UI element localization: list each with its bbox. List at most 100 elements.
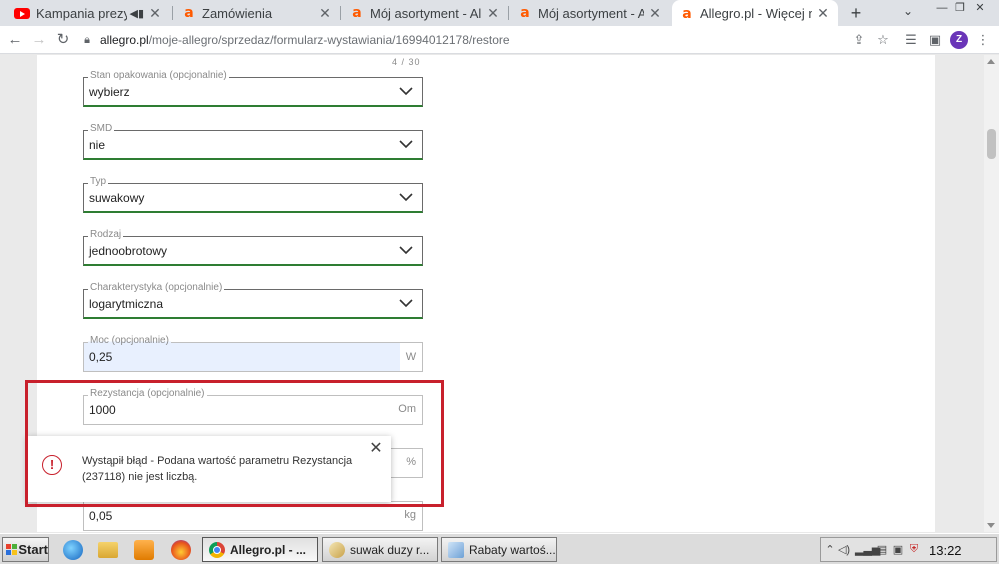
chrome-icon	[209, 541, 225, 558]
close-icon[interactable]: ✕	[486, 5, 500, 22]
field-label: Typ	[88, 176, 109, 188]
field-value: suwakowy	[89, 191, 145, 205]
youtube-icon	[14, 7, 30, 19]
tab-asortyment-2[interactable]: a Mój asortyment - Allegr ✕	[510, 0, 670, 26]
char-counter: 4 / 30	[392, 57, 421, 67]
antivirus-icon[interactable]: ⛨	[907, 543, 921, 556]
tab-kampania[interactable]: Kampania prezydenc ◀▮ ✕	[6, 0, 170, 26]
windows-taskbar: Start Allegro.pl - ... suwak duzy r... R…	[0, 533, 999, 564]
url-text[interactable]: allegro.pl/moje-allegro/sprzedaz/formula…	[100, 33, 510, 47]
typ-select[interactable]: Typ suwakowy	[83, 176, 423, 213]
chevron-down-icon	[399, 140, 413, 149]
chevron-down-icon	[399, 299, 413, 308]
stan-opakowania-select[interactable]: Stan opakowania (opcjonalnie) wybierz	[83, 70, 423, 107]
rodzaj-select[interactable]: Rodzaj jednoobrotowy	[83, 229, 423, 266]
taskbar-task-paint[interactable]: suwak duzy r...	[322, 537, 438, 562]
scroll-thumb[interactable]	[987, 129, 996, 159]
tab-strip: Kampania prezydenc ◀▮ ✕ a Zamówienia ✕ a…	[0, 0, 999, 27]
new-tab-button[interactable]: +	[845, 2, 867, 24]
menu-kebab-icon[interactable]: ⋮	[972, 29, 994, 51]
unit-label: Om	[398, 403, 416, 415]
field-label: Stan opakowania (opcjonalnie)	[88, 70, 229, 82]
network-icon[interactable]: ▂▃▅	[855, 543, 880, 556]
field-value: 1000	[89, 403, 116, 417]
allegro-icon: a	[520, 5, 530, 21]
field-value: jednoobrotowy	[89, 244, 168, 258]
system-tray: ⌃ ◁) ▂▃▅ ▤ ▣ ⛨ 13:22	[820, 537, 997, 562]
lock-icon[interactable]: 🔒︎	[80, 34, 94, 47]
close-icon[interactable]: ✕	[368, 441, 384, 457]
field-value: 0,05	[89, 509, 113, 523]
tab-separator	[340, 6, 341, 20]
taskbar-task-chrome[interactable]: Allegro.pl - ...	[202, 537, 318, 562]
display-icon[interactable]: ▤	[875, 543, 889, 556]
field-value: wybierz	[89, 85, 130, 99]
allegro-icon: a	[352, 5, 362, 21]
field-value: logarytmiczna	[89, 297, 164, 311]
page-scrollbar[interactable]	[984, 55, 999, 532]
error-toast: ! Wystąpił błąd - Podana wartość paramet…	[27, 436, 391, 502]
back-icon[interactable]: ←	[4, 29, 26, 51]
internet-explorer-icon[interactable]	[63, 540, 83, 560]
document-icon	[448, 541, 464, 558]
weight-input[interactable]: 0,05 kg	[83, 501, 423, 531]
tab-allegro-active[interactable]: a Allegro.pl - Więcej niż ✕	[672, 0, 838, 27]
reload-icon[interactable]: ↻	[52, 29, 74, 51]
windows-flag-icon	[6, 543, 17, 556]
tab-title: Mój asortyment - Allegr	[370, 5, 482, 21]
smd-select[interactable]: SMD nie	[83, 123, 423, 160]
field-label: Rezystancja (opcjonalnie)	[88, 388, 207, 400]
clock[interactable]: 13:22	[929, 543, 962, 558]
tray-expand-icon[interactable]: ⌃	[823, 543, 837, 556]
tab-zamowienia[interactable]: a Zamówienia ✕	[174, 0, 340, 26]
rezystancja-input[interactable]: Rezystancja (opcjonalnie) 1000 Om	[83, 388, 423, 425]
restore-icon[interactable]: ❐	[952, 0, 968, 18]
scroll-down-icon[interactable]	[987, 523, 995, 528]
charakterystyka-select[interactable]: Charakterystyka (opcjonalnie) logarytmic…	[83, 282, 423, 319]
paint-icon	[329, 541, 345, 558]
allegro-icon: a	[682, 5, 692, 22]
close-icon[interactable]: ✕	[648, 5, 662, 22]
taskbar-task-notepad[interactable]: Rabaty wartoś...	[441, 537, 557, 562]
close-icon[interactable]: ✕	[816, 5, 830, 22]
browser-toolbar: ← → ↻ 🔒︎ allegro.pl/moje-allegro/sprzeda…	[0, 26, 999, 54]
speaker-icon[interactable]: ◀▮	[129, 7, 144, 20]
unit-label: W	[400, 343, 422, 371]
window-close-icon[interactable]: ✕	[972, 0, 988, 18]
tray-app-icon[interactable]: ▣	[891, 543, 905, 556]
profile-avatar[interactable]: Z	[950, 31, 968, 49]
close-icon[interactable]: ✕	[318, 5, 332, 22]
side-panel-icon[interactable]: ▣	[924, 29, 946, 51]
minimize-icon[interactable]: —	[934, 0, 950, 18]
tab-title: Mój asortyment - Allegr	[538, 5, 644, 21]
firefox-icon[interactable]	[171, 540, 191, 560]
media-queue-icon[interactable]: ☰	[900, 29, 922, 51]
tab-separator	[508, 6, 509, 20]
share-icon[interactable]: ⇪	[848, 29, 870, 51]
address-bar[interactable]: 🔒︎ allegro.pl/moje-allegro/sprzedaz/form…	[80, 29, 840, 51]
field-value: 0,25	[89, 350, 113, 364]
forward-icon[interactable]: →	[28, 29, 50, 51]
field-label: Charakterystyka (opcjonalnie)	[88, 282, 225, 294]
field-label: Rodzaj	[88, 229, 124, 241]
volume-icon[interactable]: ◁)	[837, 543, 851, 556]
folder-icon[interactable]	[98, 542, 118, 558]
tab-asortyment-1[interactable]: a Mój asortyment - Allegr ✕	[342, 0, 508, 26]
scroll-up-icon[interactable]	[987, 59, 995, 64]
chevron-down-icon	[399, 87, 413, 96]
task-label: suwak duzy r...	[350, 542, 430, 557]
start-button[interactable]: Start	[2, 537, 49, 562]
tab-search-chevron-icon[interactable]: ⌄	[903, 4, 913, 18]
error-exclamation-icon: !	[42, 455, 62, 475]
error-message: Wystąpił błąd - Podana wartość parametru…	[82, 455, 353, 483]
tab-title: Allegro.pl - Więcej niż	[700, 6, 812, 21]
chevron-down-icon	[399, 246, 413, 255]
task-label: Allegro.pl - ...	[230, 542, 307, 557]
field-value: nie	[89, 138, 106, 152]
start-label: Start	[18, 542, 48, 557]
media-player-icon[interactable]	[134, 540, 154, 560]
bookmark-star-icon[interactable]: ☆	[872, 29, 894, 51]
close-icon[interactable]: ✕	[148, 5, 162, 22]
allegro-icon: a	[184, 5, 194, 21]
moc-input[interactable]: Moc (opcjonalnie) 0,25 W	[83, 335, 423, 372]
